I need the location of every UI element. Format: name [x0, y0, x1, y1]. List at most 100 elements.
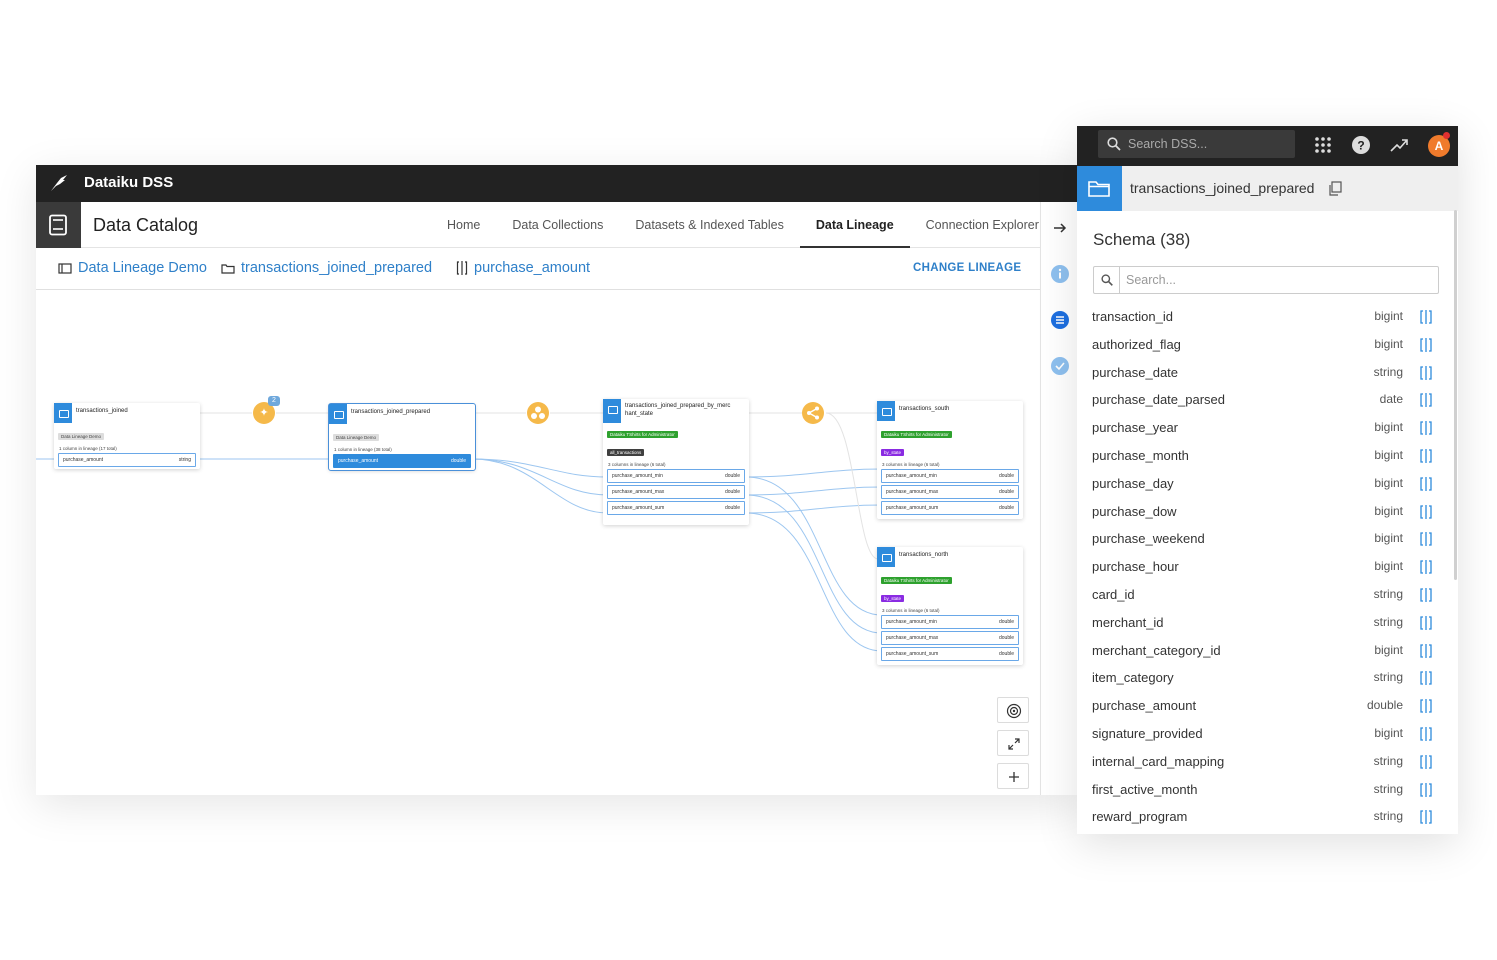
arrow-right-icon[interactable]: [1050, 218, 1070, 238]
node-column[interactable]: purchase_amount_max double: [607, 485, 745, 499]
schema-search-box[interactable]: [1093, 266, 1439, 294]
schema-field-row[interactable]: transaction_id bigint: [1077, 303, 1453, 331]
node-column[interactable]: purchase_amount_min double: [881, 469, 1019, 483]
field-name: item_category: [1092, 670, 1174, 686]
tab-connection-explorer[interactable]: Connection Explorer: [910, 202, 1055, 248]
zoom-in-button[interactable]: [997, 763, 1029, 789]
field-type: string: [1373, 753, 1403, 768]
split-recipe[interactable]: [802, 402, 824, 424]
schema-field-row[interactable]: purchase_hour bigint: [1077, 553, 1453, 581]
breadcrumb-dataset[interactable]: transactions_joined_prepared: [221, 260, 432, 276]
group-icon: [531, 406, 545, 419]
node-name: transactions_north: [899, 552, 949, 558]
column-lineage-icon[interactable]: [1419, 559, 1433, 575]
node-column[interactable]: purchase_amount_sum double: [881, 647, 1019, 661]
dataiku-bird-logo[interactable]: [48, 172, 70, 194]
lineage-node-transactions-joined[interactable]: transactions_joined Data Lineage Demo 1 …: [54, 403, 200, 469]
schema-field-row[interactable]: merchant_id string: [1077, 609, 1453, 637]
column-lineage-icon[interactable]: [1419, 365, 1433, 381]
book-icon: [49, 214, 67, 236]
schema-field-row[interactable]: signature_provided bigint: [1077, 720, 1453, 748]
apps-grid-icon[interactable]: [1313, 135, 1333, 155]
lineage-node-transactions-south[interactable]: transactions_south Dataiku TShirts for A…: [877, 401, 1023, 519]
column-lineage-icon[interactable]: [1419, 392, 1433, 408]
node-column[interactable]: purchase_amount_min double: [607, 469, 745, 483]
breadcrumb: Data Lineage Demo transactions_joined_pr…: [36, 248, 1040, 290]
schema-field-row[interactable]: purchase_amount double: [1077, 692, 1453, 720]
field-type: string: [1373, 781, 1403, 796]
help-icon[interactable]: ?: [1351, 135, 1371, 155]
lineage-node-transactions-joined-prepared[interactable]: transactions_joined_prepared Data Lineag…: [328, 403, 476, 471]
dss-search-box[interactable]: [1098, 130, 1295, 158]
change-lineage-button[interactable]: CHANGE LINEAGE: [913, 262, 1021, 274]
schema-field-row[interactable]: purchase_day bigint: [1077, 470, 1453, 498]
check-icon[interactable]: [1050, 356, 1070, 376]
node-column[interactable]: purchase_amount_max double: [881, 485, 1019, 499]
info-icon[interactable]: [1050, 264, 1070, 284]
breadcrumb-project[interactable]: Data Lineage Demo: [58, 260, 207, 276]
tab-data-collections[interactable]: Data Collections: [496, 202, 619, 248]
schema-field-row[interactable]: authorized_flag bigint: [1077, 331, 1453, 359]
node-column[interactable]: purchase_amount string: [58, 453, 196, 467]
lineage-graph[interactable]: transactions_joined Data Lineage Demo 1 …: [36, 291, 1040, 795]
node-column-selected[interactable]: purchase_amount double: [333, 454, 471, 468]
notification-dot: [1443, 132, 1450, 139]
schema-field-row[interactable]: reward_program string: [1077, 803, 1453, 831]
schema-field-row[interactable]: item_category string: [1077, 664, 1453, 692]
schema-field-row[interactable]: first_active_month string: [1077, 776, 1453, 804]
lineage-node-by-merchant-state[interactable]: transactions_joined_prepared_by_merc han…: [603, 399, 749, 525]
tab-home[interactable]: Home: [431, 202, 496, 248]
column-lineage-icon[interactable]: [1419, 754, 1433, 770]
field-type: bigint: [1374, 642, 1403, 657]
schema-field-row[interactable]: purchase_weekend bigint: [1077, 525, 1453, 553]
column-lineage-icon[interactable]: [1419, 643, 1433, 659]
column-lineage-icon[interactable]: [1419, 337, 1433, 353]
schema-field-row[interactable]: merchant_category_id bigint: [1077, 637, 1453, 665]
fit-to-screen-button[interactable]: [997, 730, 1029, 756]
column-lineage-icon[interactable]: [1419, 448, 1433, 464]
breadcrumb-project-label: Data Lineage Demo: [78, 260, 207, 276]
breadcrumb-dataset-label: transactions_joined_prepared: [241, 260, 433, 276]
node-column[interactable]: purchase_amount_max double: [881, 631, 1019, 645]
schema-field-row[interactable]: purchase_date_parsed date: [1077, 386, 1453, 414]
plus-icon: [1009, 772, 1019, 782]
focus-target-button[interactable]: [997, 697, 1029, 723]
schema-field-row[interactable]: card_id string: [1077, 581, 1453, 609]
app-title[interactable]: Dataiku DSS: [84, 174, 173, 191]
column-lineage-icon[interactable]: [1419, 420, 1433, 436]
column-lineage-icon[interactable]: [1419, 698, 1433, 714]
column-lineage-icon[interactable]: [1419, 309, 1433, 325]
node-column[interactable]: purchase_amount_min double: [881, 615, 1019, 629]
field-name: first_active_month: [1092, 781, 1198, 797]
column-lineage-icon[interactable]: [1419, 782, 1433, 798]
schema-field-row[interactable]: purchase_year bigint: [1077, 414, 1453, 442]
schema-field-row[interactable]: internal_card_mapping string: [1077, 748, 1453, 776]
column-lineage-icon[interactable]: [1419, 476, 1433, 492]
column-lineage-icon[interactable]: [1419, 670, 1433, 686]
column-lineage-icon[interactable]: [1419, 504, 1433, 520]
dss-search-input[interactable]: [1128, 135, 1288, 153]
tab-datasets-indexed-tables[interactable]: Datasets & Indexed Tables: [619, 202, 799, 248]
trending-icon[interactable]: [1389, 135, 1409, 155]
copy-icon[interactable]: [1328, 181, 1342, 196]
schema-list-icon[interactable]: [1050, 310, 1070, 330]
tab-data-lineage[interactable]: Data Lineage: [799, 202, 910, 248]
column-lineage-icon[interactable]: [1419, 531, 1433, 547]
column-lineage-icon[interactable]: [1419, 726, 1433, 742]
node-tag: by_state: [881, 595, 905, 602]
breadcrumb-column[interactable]: purchase_amount: [456, 260, 590, 276]
node-column[interactable]: purchase_amount_sum double: [881, 501, 1019, 515]
project-icon: [58, 262, 72, 274]
column-lineage-icon[interactable]: [1419, 809, 1433, 825]
lineage-node-transactions-north[interactable]: transactions_north Dataiku TShirts for A…: [877, 547, 1023, 665]
node-column[interactable]: purchase_amount_sum double: [607, 501, 745, 515]
column-lineage-icon[interactable]: [1419, 587, 1433, 603]
schema-field-row[interactable]: purchase_dow bigint: [1077, 498, 1453, 526]
target-icon: [1006, 703, 1022, 719]
schema-field-row[interactable]: purchase_month bigint: [1077, 442, 1453, 470]
schema-field-row[interactable]: purchase_date string: [1077, 359, 1453, 387]
schema-search-input[interactable]: [1126, 272, 1426, 288]
group-recipe[interactable]: [527, 402, 549, 424]
schema-scrollbar[interactable]: [1454, 210, 1457, 580]
column-lineage-icon[interactable]: [1419, 615, 1433, 631]
